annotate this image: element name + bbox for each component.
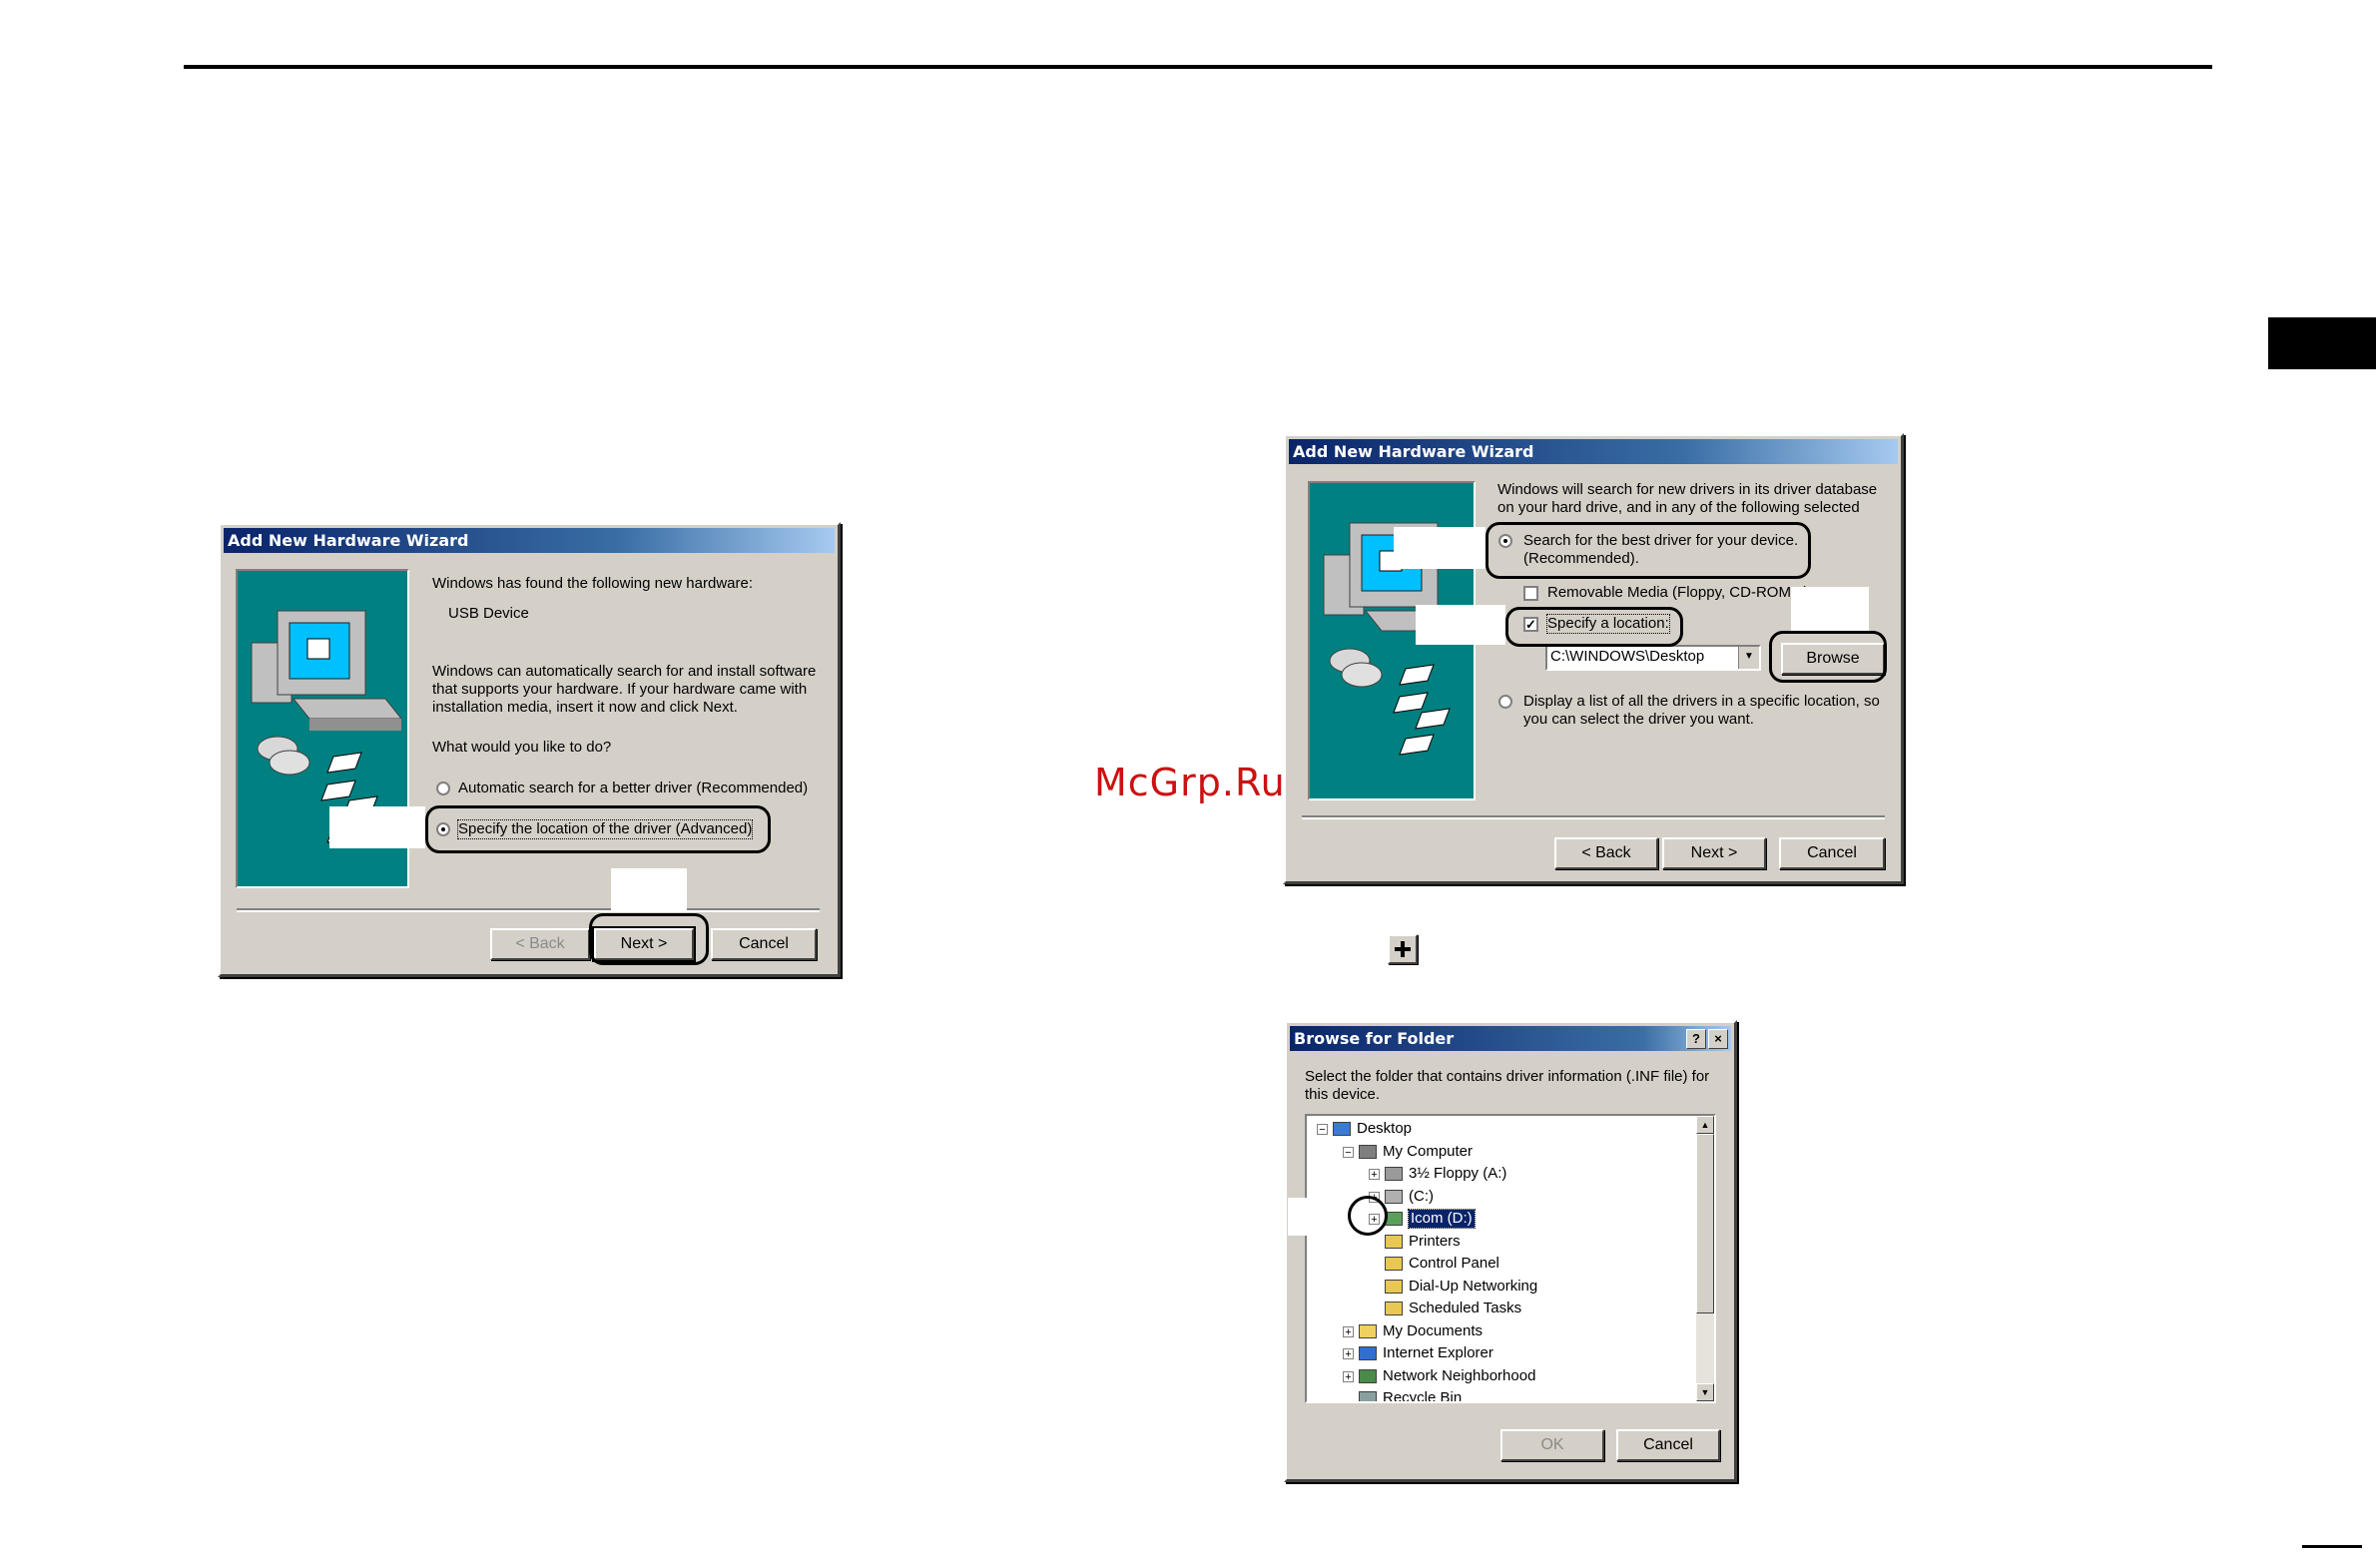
option-list-line-2[interactable]: you can select the driver you want. [1523,711,1754,729]
collapse-toggle-icon[interactable]: − [1343,1146,1354,1158]
browse-for-folder-dialog: Browse for Folder ? × Select the folder … [1284,1020,1737,1482]
found-hardware-text: Windows has found the following new hard… [432,575,754,592]
instructions-line-1: Select the folder that contains driver i… [1305,1068,1710,1085]
floppy-drive-icon [1385,1167,1403,1181]
printers-folder-icon [1385,1234,1403,1249]
ie-icon [1359,1346,1377,1360]
cancel-button[interactable]: Cancel [711,928,817,960]
footer-mark [2302,1545,2362,1548]
cancel-button[interactable]: Cancel [1779,837,1885,869]
tree-item-label: Desktop [1357,1120,1413,1137]
callout-search-option [1485,522,1811,579]
tree-item-label: My Computer [1383,1142,1474,1160]
expand-toggle-icon[interactable]: + [1343,1370,1354,1382]
tree-scrollbar[interactable]: ▲ ▼ [1696,1116,1714,1401]
callout-specify-location [1505,607,1683,647]
expand-plus-icon [1388,934,1418,964]
device-name: USB Device [448,605,529,622]
description-line-2: that supports your hardware. If your har… [432,681,808,698]
option-list-line-1[interactable]: Display a list of all the drivers in a s… [1523,693,1880,711]
cancel-button[interactable]: Cancel [1616,1429,1720,1461]
radio-automatic-search[interactable] [436,782,450,795]
tasks-folder-icon [1385,1302,1403,1315]
option-automatic-label[interactable]: Automatic search for a better driver (Re… [458,780,808,797]
removable-media-label[interactable]: Removable Media (Floppy, CD-ROM...) [1547,584,1808,602]
instructions-line-2: this device. [1305,1086,1381,1103]
callout-label-mask [1288,1198,1346,1236]
location-value: C:\WINDOWS\Desktop [1550,648,1705,665]
ok-button[interactable]: OK [1500,1429,1604,1461]
tree-item-label: My Documents [1383,1321,1484,1339]
tree-item-label: (C:) [1409,1187,1434,1205]
scroll-up-icon[interactable]: ▲ [1696,1116,1714,1134]
tree-item-label: Control Panel [1409,1255,1499,1272]
back-button[interactable]: < Back [490,928,590,960]
dialup-folder-icon [1385,1279,1403,1294]
dialog-title: Add New Hardware Wizard [1289,439,1898,464]
callout-browse-button [1769,631,1887,683]
description-line-1: Windows can automatically search for and… [432,663,817,680]
tree-item-label: Internet Explorer [1383,1344,1493,1361]
hard-drive-icon [1385,1189,1403,1204]
checkbox-removable-media[interactable] [1523,586,1538,601]
expand-toggle-icon[interactable]: + [1369,1169,1380,1181]
separator [1302,815,1885,819]
section-tab [2268,317,2376,369]
location-combobox[interactable]: C:\WINDOWS\Desktop ▼ [1545,645,1761,671]
close-button[interactable]: × [1708,1029,1728,1049]
intro-line-1: Windows will search for new drivers in i… [1497,481,1878,498]
question-text: What would you like to do? [432,739,612,756]
dialog-title: Add New Hardware Wizard [224,528,835,553]
folder-icon [1359,1323,1377,1338]
callout-expand-icom [1348,1196,1388,1236]
computer-icon [1359,1144,1377,1159]
help-button[interactable]: ? [1686,1029,1706,1049]
watermark: McGrp.Ru [1094,761,1286,804]
callout-label-mask [1416,605,1505,645]
next-button[interactable]: Next > [1662,837,1766,869]
back-button[interactable]: < Back [1554,837,1658,869]
plus-icon [1395,941,1411,957]
network-icon [1359,1368,1377,1383]
expand-toggle-icon[interactable]: + [1343,1348,1354,1360]
folder-tree[interactable]: − Desktop − My Computer +3½ Floppy (A:) + (C:)… [1305,1114,1716,1403]
dialog-title: Browse for Folder [1290,1026,1731,1051]
scroll-thumb[interactable] [1696,1134,1714,1313]
tree-item-label: Dial-Up Networking [1409,1277,1538,1295]
callout-label-mask [611,868,687,912]
control-panel-icon [1385,1257,1403,1271]
tree-item-label: Icom (D:) [1408,1209,1476,1229]
tree-item-label: 3½ Floppy (A:) [1409,1165,1507,1182]
recycle-bin-icon [1359,1391,1377,1401]
desktop-icon [1333,1122,1351,1136]
header-rule [184,65,2212,69]
tree-item-label: Printers [1409,1232,1461,1250]
scroll-down-icon[interactable]: ▼ [1696,1383,1714,1401]
tree-item-label: Scheduled Tasks [1409,1300,1522,1316]
tree-item-label: Recycle Bin [1383,1389,1463,1403]
callout-label-mask [1394,527,1485,569]
callout-specify-option [425,805,771,853]
callout-label-mask [1791,587,1869,631]
wizard-dialog-found-hardware: Add New Hardware Wizard Windows has foun… [218,522,841,977]
dropdown-arrow-icon[interactable]: ▼ [1738,647,1759,669]
description-line-3: installation media, insert it now and cl… [432,699,738,716]
callout-next-button [589,913,709,965]
separator [237,908,820,912]
expand-toggle-icon[interactable]: + [1343,1325,1354,1337]
radio-display-list[interactable] [1498,695,1512,709]
collapse-toggle-icon[interactable]: − [1317,1124,1328,1136]
tree-item-label: Network Neighborhood [1383,1366,1536,1384]
intro-line-2: on your hard drive, and in any of the fo… [1497,499,1860,516]
callout-label-mask [329,806,425,848]
